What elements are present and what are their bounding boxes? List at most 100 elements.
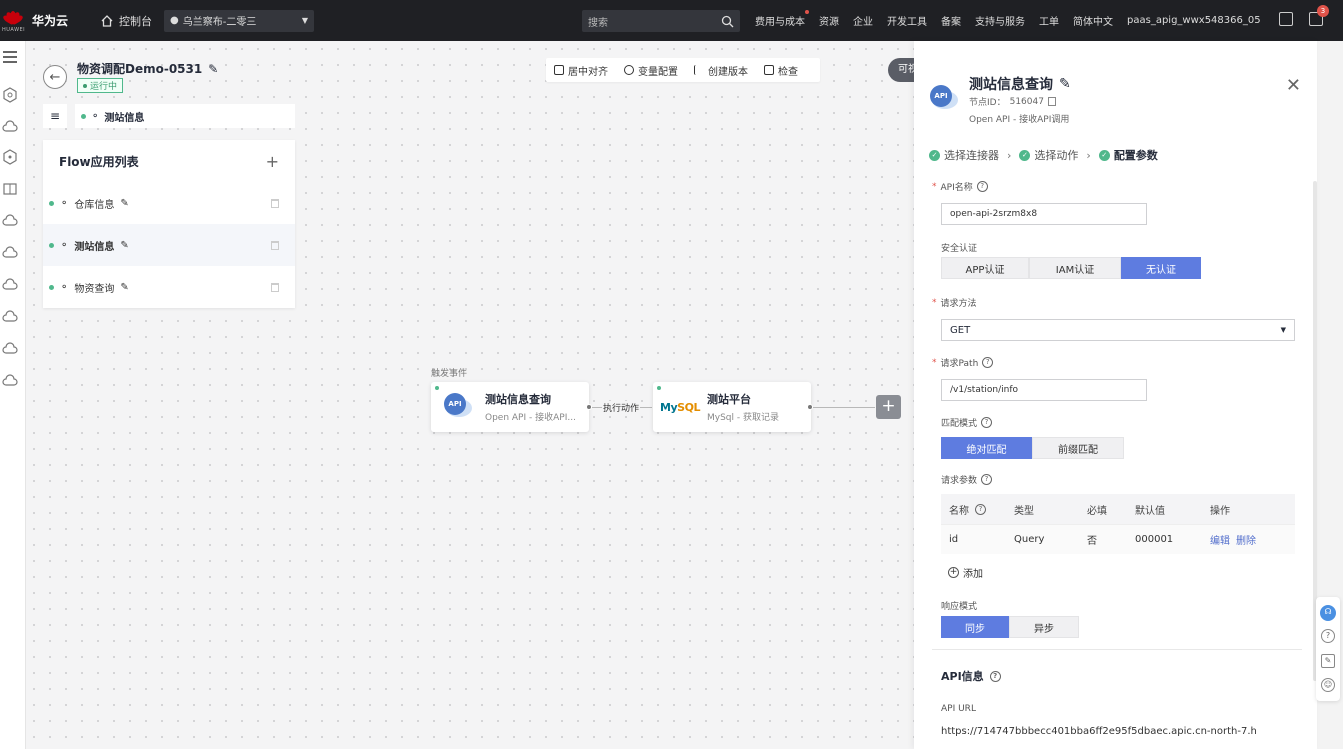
auth-option-iam[interactable]: IAM认证 — [1029, 257, 1121, 279]
flow-list-item-warehouse[interactable]: ⚬ 仓库信息 ✎ — [43, 182, 295, 224]
cloud-service-icon-5[interactable] — [2, 341, 18, 357]
response-option-sync[interactable]: 同步 — [941, 616, 1009, 638]
flow-icon: ⚬ — [60, 281, 69, 293]
home-icon — [101, 14, 113, 27]
edit-pencil-icon[interactable]: ✎ — [120, 282, 128, 293]
help-icon[interactable]: ? — [975, 503, 986, 515]
flow-list-item-station[interactable]: ⚬ 测站信息 ✎ — [43, 224, 295, 266]
global-search-input[interactable]: 搜索 — [582, 10, 740, 32]
hex-service-icon[interactable] — [2, 149, 18, 165]
nav-support[interactable]: 支持与服务 — [975, 13, 1025, 28]
help-icon[interactable]: ? — [989, 670, 1001, 682]
match-option-prefix[interactable]: 前缀匹配 — [1032, 437, 1124, 459]
table-row: id Query 否 000001 编辑 删除 — [941, 524, 1295, 554]
flow-list-item-material[interactable]: ⚬ 物资查询 ✎ — [43, 266, 295, 308]
region-selector[interactable]: ● 乌兰察布-二零三 ▼ — [164, 9, 314, 32]
help-icon[interactable]: ? — [981, 474, 993, 485]
terminal-icon[interactable] — [1279, 12, 1293, 26]
cloud-service-icon-6[interactable] — [2, 373, 18, 389]
console-link[interactable]: 控制台 — [100, 13, 152, 29]
back-button[interactable]: ← — [43, 65, 67, 89]
message-icon[interactable]: 3 — [1309, 5, 1329, 26]
node-subtitle: MySql - 获取记录 — [707, 413, 779, 423]
config-steps: ✓ 选择连接器 › ✓ 选择动作 › ✓ 配置参数 — [929, 147, 1158, 163]
flow-item-label: 物资查询 — [74, 283, 115, 295]
step-select-connector[interactable]: ✓ 选择连接器 — [929, 147, 999, 163]
step-config-params[interactable]: ✓ 配置参数 — [1098, 147, 1158, 163]
create-version-button[interactable]: 创建版本 — [694, 63, 748, 78]
close-icon[interactable]: ✕ — [1286, 75, 1301, 96]
method-select[interactable]: GET ▼ — [941, 319, 1295, 341]
nav-language[interactable]: 简体中文 — [1073, 13, 1113, 28]
nav-enterprise[interactable]: 企业 — [853, 13, 873, 28]
match-option-exact[interactable]: 绝对匹配 — [941, 437, 1032, 459]
edit-param-link[interactable]: 编辑 — [1210, 532, 1230, 547]
gear-icon[interactable] — [2, 87, 18, 103]
nav-icp[interactable]: 备案 — [941, 13, 961, 28]
flow-node-mysql[interactable]: MySQL 测站平台 MySql - 获取记录 — [653, 382, 811, 432]
api-icon: API — [441, 392, 475, 422]
connector-label: 执行动作 — [602, 401, 641, 414]
location-pin-icon: ● — [170, 15, 179, 26]
trash-icon[interactable] — [271, 240, 279, 250]
trash-icon[interactable] — [271, 282, 279, 292]
edit-pencil-icon[interactable]: ✎ — [208, 62, 218, 76]
nav-resources[interactable]: 资源 — [819, 13, 839, 28]
api-name-input[interactable]: open-api-2srzm8x8 — [941, 203, 1147, 225]
response-option-async[interactable]: 异步 — [1009, 616, 1079, 638]
list-toggle-button[interactable]: ≡ — [43, 104, 67, 128]
step-select-action[interactable]: ✓ 选择动作 — [1019, 147, 1078, 163]
edit-pencil-icon[interactable]: ✎ — [1059, 76, 1071, 92]
auth-option-none[interactable]: 无认证 — [1121, 257, 1201, 279]
tab-flow-station-info[interactable]: ⚬ 测站信息 — [75, 104, 295, 128]
add-flow-button[interactable]: + — [266, 152, 279, 171]
check-button[interactable]: 检查 — [764, 63, 798, 78]
cloud-service-icon-2[interactable] — [2, 245, 18, 261]
step-label: 选择动作 — [1034, 149, 1079, 162]
add-param-label: 添加 — [963, 569, 983, 580]
check-icon — [764, 65, 774, 75]
nav-tickets[interactable]: 工单 — [1039, 13, 1059, 28]
smile-icon[interactable]: ☺ — [1321, 678, 1335, 692]
add-node-button[interactable]: + — [876, 395, 901, 419]
help-icon[interactable]: ? — [976, 181, 988, 192]
cloud-service-icon-4[interactable] — [2, 309, 18, 325]
flow-node-open-api[interactable]: API 测站信息查询 Open API - 接收API... — [431, 382, 589, 432]
api-url-value[interactable]: https://714747bbbecc401bba6ff2e95f5dbaec… — [941, 724, 1291, 740]
path-input[interactable]: /v1/station/info — [941, 379, 1147, 401]
nav-billing[interactable]: 费用与成本 — [755, 10, 809, 28]
book-icon[interactable] — [2, 181, 18, 197]
delete-param-link[interactable]: 删除 — [1236, 532, 1256, 547]
variable-config-button[interactable]: 变量配置 — [624, 63, 678, 78]
flow-item-label: 仓库信息 — [74, 199, 115, 211]
status-dot — [81, 113, 86, 119]
node-title: 测站信息查询 — [485, 393, 551, 406]
region-label: 乌兰察布-二零三 — [182, 17, 257, 28]
add-param-button[interactable]: + 添加 — [948, 565, 983, 580]
cloud-icon[interactable] — [2, 119, 18, 135]
top-nav-menu: 费用与成本 资源 企业 开发工具 备案 支持与服务 工单 简体中文 paas_a… — [755, 0, 1275, 41]
center-align-button[interactable]: 居中对齐 — [554, 63, 608, 78]
help-icon[interactable]: ? — [981, 417, 993, 428]
edit-pencil-icon[interactable]: ✎ — [120, 198, 128, 209]
flow-icon: ⚬ — [60, 239, 69, 251]
cloud-service-icon-3[interactable] — [2, 277, 18, 293]
api-info-title: API信息? — [941, 668, 1001, 684]
nav-account[interactable]: paas_apig_wwx548366_05 — [1127, 15, 1261, 26]
huawei-cloud-logo[interactable]: 华为云 HUAWEI — [0, 10, 78, 33]
col-required: 必填 — [1087, 505, 1107, 517]
check-circle-icon: ✓ — [1098, 149, 1110, 161]
help-icon[interactable]: ? — [1321, 629, 1335, 643]
trash-icon[interactable] — [271, 198, 279, 208]
customer-service-icon[interactable]: ☊ — [1320, 605, 1336, 621]
auth-option-app[interactable]: APP认证 — [941, 257, 1029, 279]
feedback-icon[interactable]: ✎ — [1321, 654, 1335, 668]
nav-devtools[interactable]: 开发工具 — [887, 13, 927, 28]
edit-pencil-icon[interactable]: ✎ — [120, 240, 128, 251]
menu-icon[interactable] — [2, 49, 18, 65]
cloud-service-icon-1[interactable] — [2, 213, 18, 229]
copy-icon[interactable] — [1047, 97, 1056, 106]
help-icon[interactable]: ? — [982, 357, 994, 368]
search-icon[interactable] — [721, 15, 734, 28]
col-name-label: 名称 — [949, 505, 969, 517]
